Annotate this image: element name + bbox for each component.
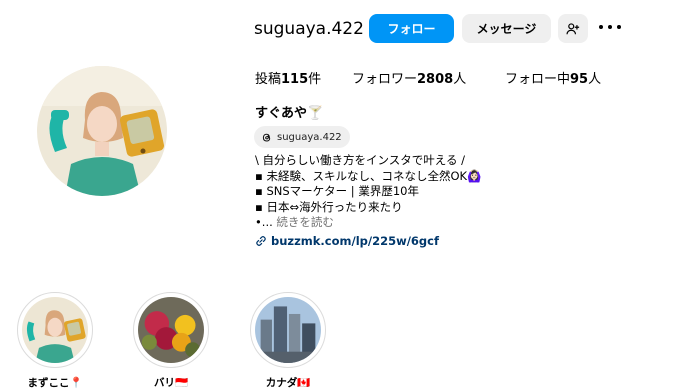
profile-bio: \ 自分らしい働き方をインスタで叶える / ▪ 未経験、スキルなし、コネなし全然… bbox=[255, 153, 481, 231]
profile-username: suguaya.422 bbox=[254, 19, 364, 39]
external-link-text: buzzmk.com/lp/225w/6gcf bbox=[271, 234, 439, 248]
follow-button[interactable]: フォロー bbox=[369, 14, 454, 43]
following-stat[interactable]: フォロー中95人 bbox=[505, 68, 601, 87]
highlight-cover bbox=[22, 297, 88, 363]
bio-more-prefix: •... bbox=[255, 215, 273, 229]
link-icon bbox=[256, 236, 266, 246]
external-link[interactable]: buzzmk.com/lp/225w/6gcf bbox=[255, 234, 439, 248]
threads-handle: suguaya.422 bbox=[277, 131, 342, 143]
story-highlight[interactable]: まずここ📍 bbox=[17, 292, 93, 390]
posts-stat: 投稿115件 bbox=[255, 72, 322, 87]
threads-badge[interactable]: suguaya.422 bbox=[254, 126, 350, 148]
highlight-ring bbox=[133, 292, 209, 368]
profile-display-name: すぐあや🍸 bbox=[255, 106, 324, 121]
highlight-cover bbox=[138, 297, 204, 363]
followers-stat[interactable]: フォロワー2808人 bbox=[352, 68, 466, 87]
highlight-ring bbox=[17, 292, 93, 368]
highlight-label: カナダ🇨🇦 bbox=[265, 377, 311, 389]
more-options-icon[interactable] bbox=[599, 19, 621, 35]
bio-line: ▪ SNSマーケター | 業界歴10年 bbox=[255, 184, 419, 198]
story-highlight[interactable]: バリ🇮🇩 bbox=[133, 292, 209, 390]
bio-line: \ 自分らしい働き方をインスタで叶える / bbox=[255, 153, 465, 167]
threads-icon bbox=[262, 133, 271, 142]
bio-line: ▪ 日本⇔海外行ったり来たり bbox=[255, 199, 403, 214]
profile-avatar[interactable] bbox=[37, 66, 167, 196]
highlight-label: まずここ📍 bbox=[27, 377, 83, 389]
add-person-icon bbox=[566, 22, 580, 34]
bio-line: ▪ 未経験、スキルなし、コネなし全然OK🙆🏻‍♀️ bbox=[255, 168, 482, 183]
highlight-cover bbox=[255, 297, 321, 363]
story-highlight[interactable]: カナダ🇨🇦 bbox=[250, 292, 326, 390]
avatar-photo bbox=[37, 66, 167, 196]
highlight-ring bbox=[250, 292, 326, 368]
read-more-link[interactable]: 続きを読む bbox=[273, 215, 334, 229]
bio-more-row: •... 続きを読む bbox=[255, 215, 481, 231]
highlight-label: バリ🇮🇩 bbox=[153, 377, 189, 389]
suggested-users-button[interactable] bbox=[558, 14, 588, 43]
message-button[interactable]: メッセージ bbox=[462, 14, 551, 43]
